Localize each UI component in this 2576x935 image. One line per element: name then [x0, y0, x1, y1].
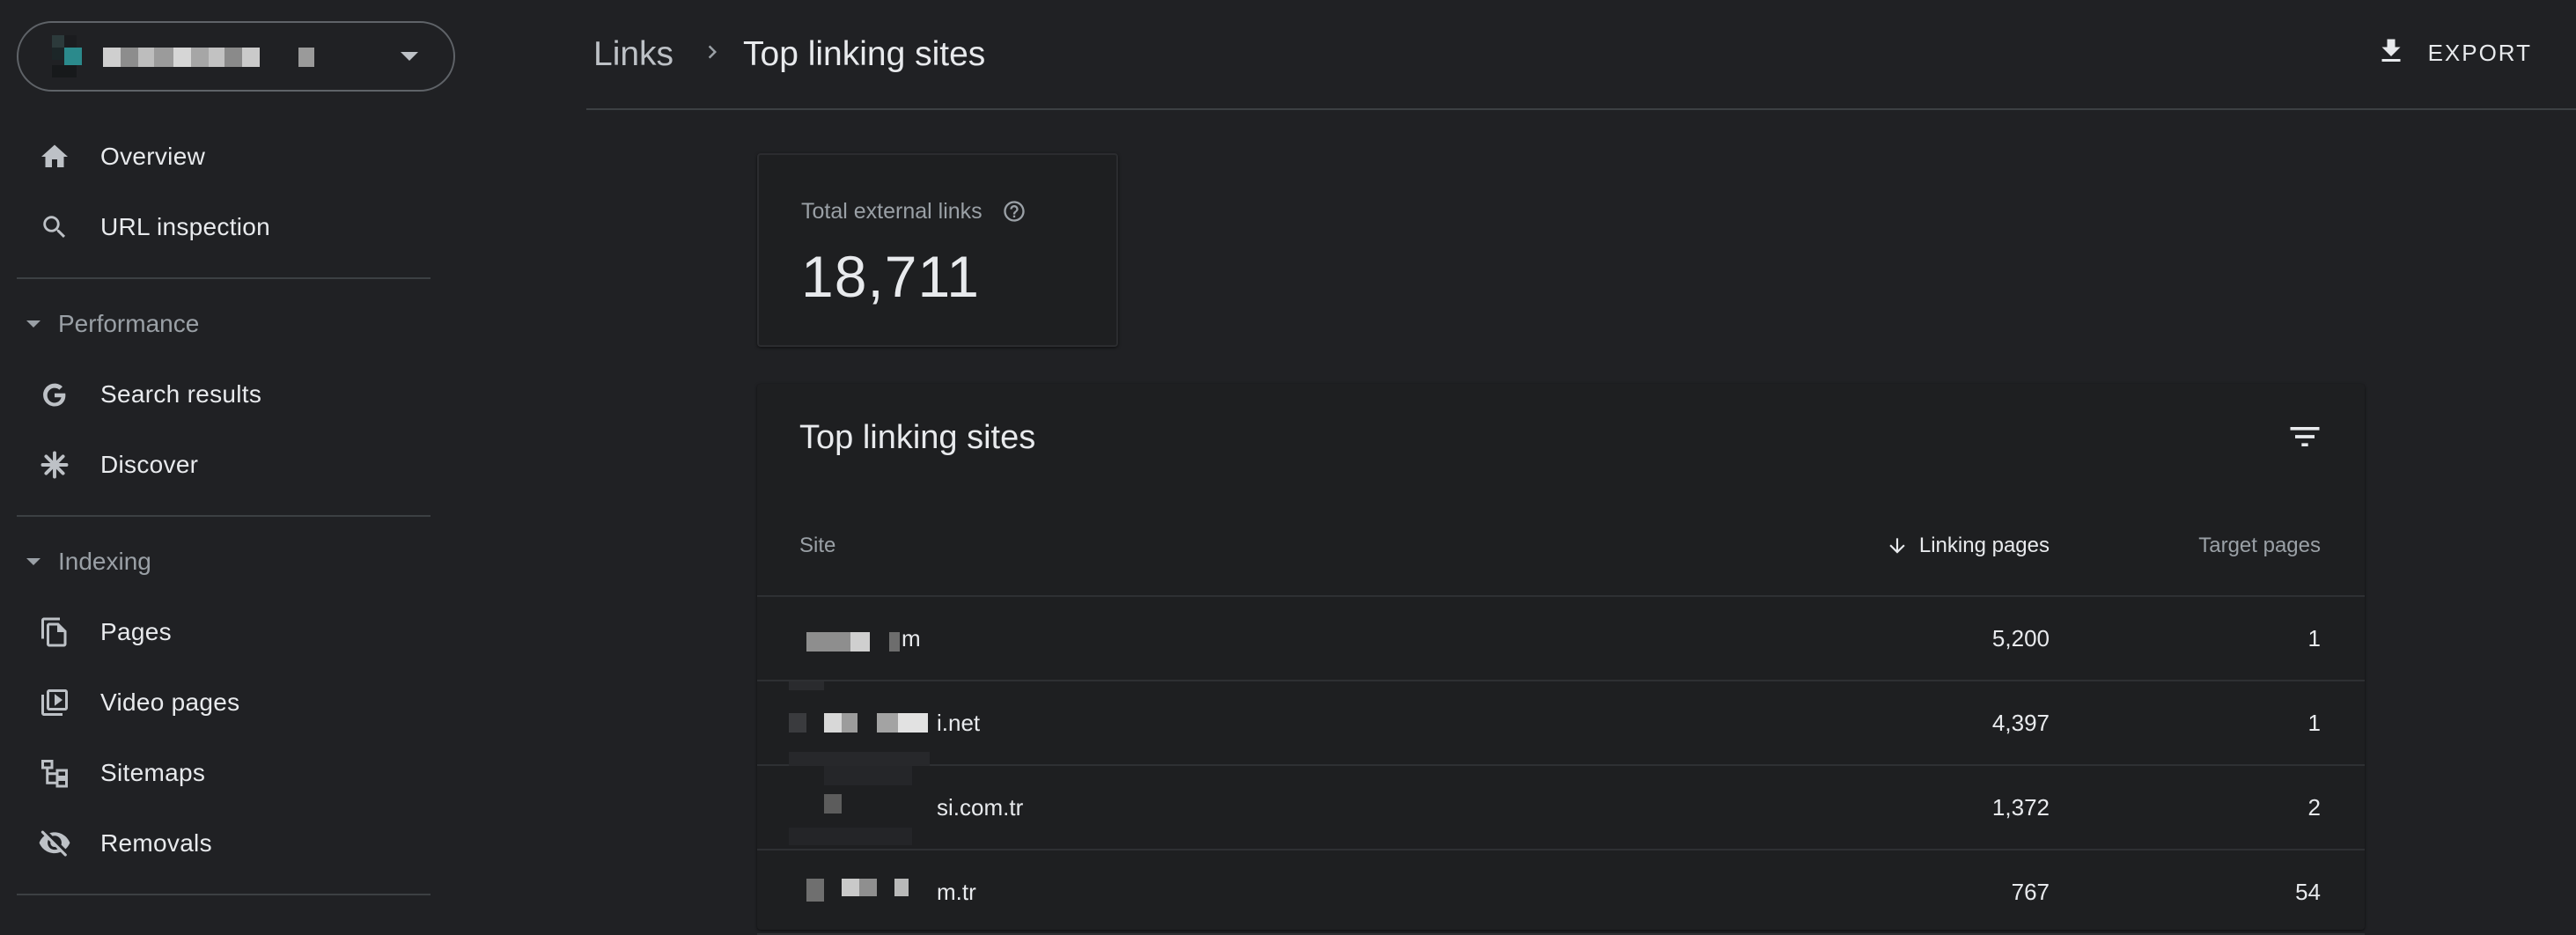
row-linking-pages: 767	[2011, 879, 2050, 905]
asterisk-icon	[37, 447, 72, 482]
eye-off-icon	[37, 826, 72, 861]
page-header: Links Top linking sites EXPORT	[586, 0, 2576, 110]
arrow-down-icon	[1886, 534, 1909, 557]
table-row[interactable]: si.com.tr 1,372 2	[757, 766, 2365, 850]
sidebar-item-discover[interactable]: Discover	[0, 430, 431, 500]
sidebar-divider	[17, 894, 431, 895]
table-row[interactable]: i.net 4,397 1	[757, 681, 2365, 766]
sitemaps-icon	[37, 755, 72, 791]
column-header-target-pages[interactable]: Target pages	[2198, 534, 2321, 558]
google-icon	[37, 377, 72, 412]
table-row[interactable]: m 5,200 1	[757, 597, 2365, 690]
row-linking-pages: 4,397	[1991, 710, 2050, 736]
column-header-label: Linking pages	[1918, 534, 2050, 557]
section-label: Performance	[58, 310, 200, 337]
sidebar-divider	[17, 515, 431, 517]
sidebar-item-sitemaps[interactable]: Sitemaps	[0, 738, 431, 808]
row-site: m	[902, 625, 921, 652]
sidebar-item-label: Pages	[100, 618, 172, 645]
row-site: i.net	[937, 710, 981, 736]
sidebar-item-label: Video pages	[100, 688, 240, 716]
top-linking-sites-table: Top linking sites Site Linking pages Tar…	[757, 384, 2365, 935]
page-title: Top linking sites	[743, 35, 986, 73]
export-label: EXPORT	[2427, 39, 2532, 66]
total-external-links-card: Total external links 18,711	[757, 153, 1118, 347]
section-label: Indexing	[58, 548, 151, 575]
export-button[interactable]: EXPORT	[2375, 33, 2532, 72]
sidebar-item-search-results[interactable]: Search results	[0, 359, 431, 430]
sidebar-item-url-inspection[interactable]: URL inspection	[0, 192, 431, 262]
help-icon[interactable]	[1002, 199, 1027, 224]
section-indexing[interactable]: Indexing	[0, 535, 431, 588]
sidebar-item-label: Removals	[100, 829, 212, 857]
row-site: m.tr	[937, 879, 976, 905]
table-row[interactable]: m.tr 767 54	[757, 850, 2365, 935]
summary-label: Total external links	[801, 199, 983, 224]
summary-value: 18,711	[801, 244, 980, 309]
property-selector[interactable]	[17, 21, 455, 92]
column-header-site[interactable]: Site	[799, 534, 835, 558]
pages-icon	[37, 615, 72, 650]
row-target-pages: 1	[2307, 625, 2321, 652]
property-favicon	[52, 35, 101, 79]
column-header-linking-pages[interactable]: Linking pages	[1886, 534, 2050, 558]
sidebar-item-label: Overview	[100, 143, 206, 170]
sidebar-item-label: Search results	[100, 380, 262, 408]
sidebar-divider	[17, 277, 431, 279]
chevron-right-icon	[699, 39, 725, 65]
row-linking-pages: 5,200	[1991, 625, 2050, 652]
filter-icon[interactable]	[2285, 417, 2324, 456]
download-icon	[2375, 33, 2407, 73]
video-pages-icon	[37, 685, 72, 720]
sidebar-item-label: Sitemaps	[100, 759, 206, 786]
breadcrumb-links[interactable]: Links	[593, 35, 673, 74]
row-target-pages: 2	[2307, 794, 2321, 821]
chevron-down-icon	[401, 52, 418, 61]
caret-down-icon	[26, 320, 40, 328]
caret-down-icon	[26, 558, 40, 565]
sidebar-item-removals[interactable]: Removals	[0, 808, 431, 879]
sidebar: Overview URL inspection Performance Sear…	[0, 0, 455, 916]
row-target-pages: 54	[2295, 879, 2321, 905]
sidebar-item-pages[interactable]: Pages	[0, 597, 431, 667]
home-icon	[37, 139, 72, 174]
row-target-pages: 1	[2307, 710, 2321, 736]
property-name	[103, 48, 350, 67]
sidebar-item-label: URL inspection	[100, 213, 271, 240]
sidebar-item-video-pages[interactable]: Video pages	[0, 667, 431, 738]
table-title: Top linking sites	[799, 419, 1036, 456]
sidebar-item-label: Discover	[100, 451, 199, 478]
row-linking-pages: 1,372	[1991, 794, 2050, 821]
row-site: si.com.tr	[937, 794, 1024, 821]
section-performance[interactable]: Performance	[0, 298, 431, 350]
sidebar-item-overview[interactable]: Overview	[0, 121, 431, 192]
search-icon	[37, 210, 72, 245]
